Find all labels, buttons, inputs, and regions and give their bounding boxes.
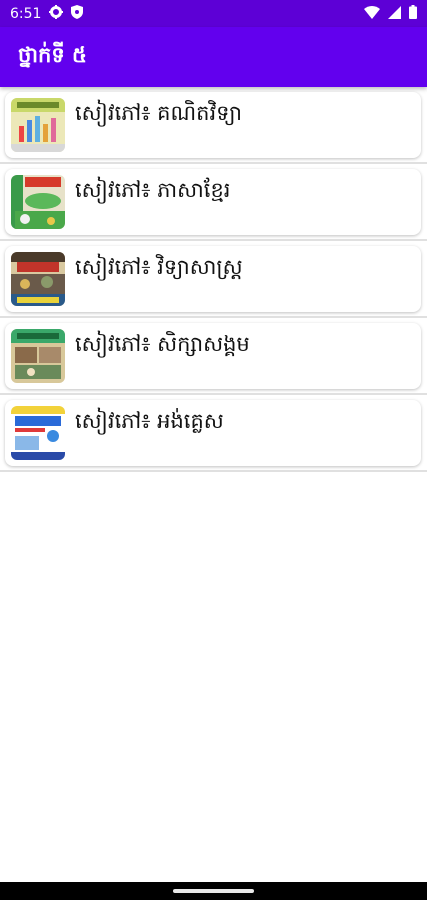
list-item: សៀវភៅ៖ ភាសាខ្មែរ: [0, 164, 427, 241]
book-card-english[interactable]: សៀវភៅ៖ អង់គ្លេស: [5, 400, 421, 466]
status-bar: 6:51: [0, 0, 427, 27]
book-title: សៀវភៅ៖ វិទ្យាសាស្ត្រ: [75, 255, 243, 279]
page-title: ថ្នាក់ទី ៥: [18, 42, 87, 67]
list-item: សៀវភៅ៖ វិទ្យាសាស្ត្រ: [0, 241, 427, 318]
book-title: សៀវភៅ៖ អង់គ្លេស: [75, 409, 224, 433]
book-cover-image: [11, 252, 65, 306]
home-handle[interactable]: [173, 889, 254, 893]
book-cover-image: [11, 406, 65, 460]
book-list: សៀវភៅ៖ គណិតវិទ្យា សៀវភៅ៖ ភាសាខ្មែរ សៀវភៅ…: [0, 87, 427, 472]
book-cover-image: [11, 329, 65, 383]
shield-icon: [71, 4, 84, 23]
book-cover-image: [11, 175, 65, 229]
signal-icon: [388, 4, 401, 23]
book-card-khmer[interactable]: សៀវភៅ៖ ភាសាខ្មែរ: [5, 169, 421, 235]
list-item: សៀវភៅ៖ គណិតវិទ្យា: [0, 87, 427, 164]
book-card-science[interactable]: សៀវភៅ៖ វិទ្យាសាស្ត្រ: [5, 246, 421, 312]
book-cover-image: [11, 98, 65, 152]
book-title: សៀវភៅ៖ គណិតវិទ្យា: [75, 101, 243, 125]
book-title: សៀវភៅ៖ សិក្សាសង្គម: [75, 332, 250, 356]
status-time: 6:51: [10, 5, 42, 22]
navigation-bar: [0, 882, 427, 900]
list-item: សៀវភៅ៖ អង់គ្លេស: [0, 395, 427, 472]
book-title: សៀវភៅ៖ ភាសាខ្មែរ: [75, 178, 231, 202]
gear-icon: [49, 4, 64, 23]
battery-icon: [409, 4, 417, 23]
wifi-icon: [364, 4, 380, 23]
list-item: សៀវភៅ៖ សិក្សាសង្គម: [0, 318, 427, 395]
app-bar: ថ្នាក់ទី ៥: [0, 27, 427, 87]
book-card-social-studies[interactable]: សៀវភៅ៖ សិក្សាសង្គម: [5, 323, 421, 389]
book-card-math[interactable]: សៀវភៅ៖ គណិតវិទ្យា: [5, 92, 421, 158]
